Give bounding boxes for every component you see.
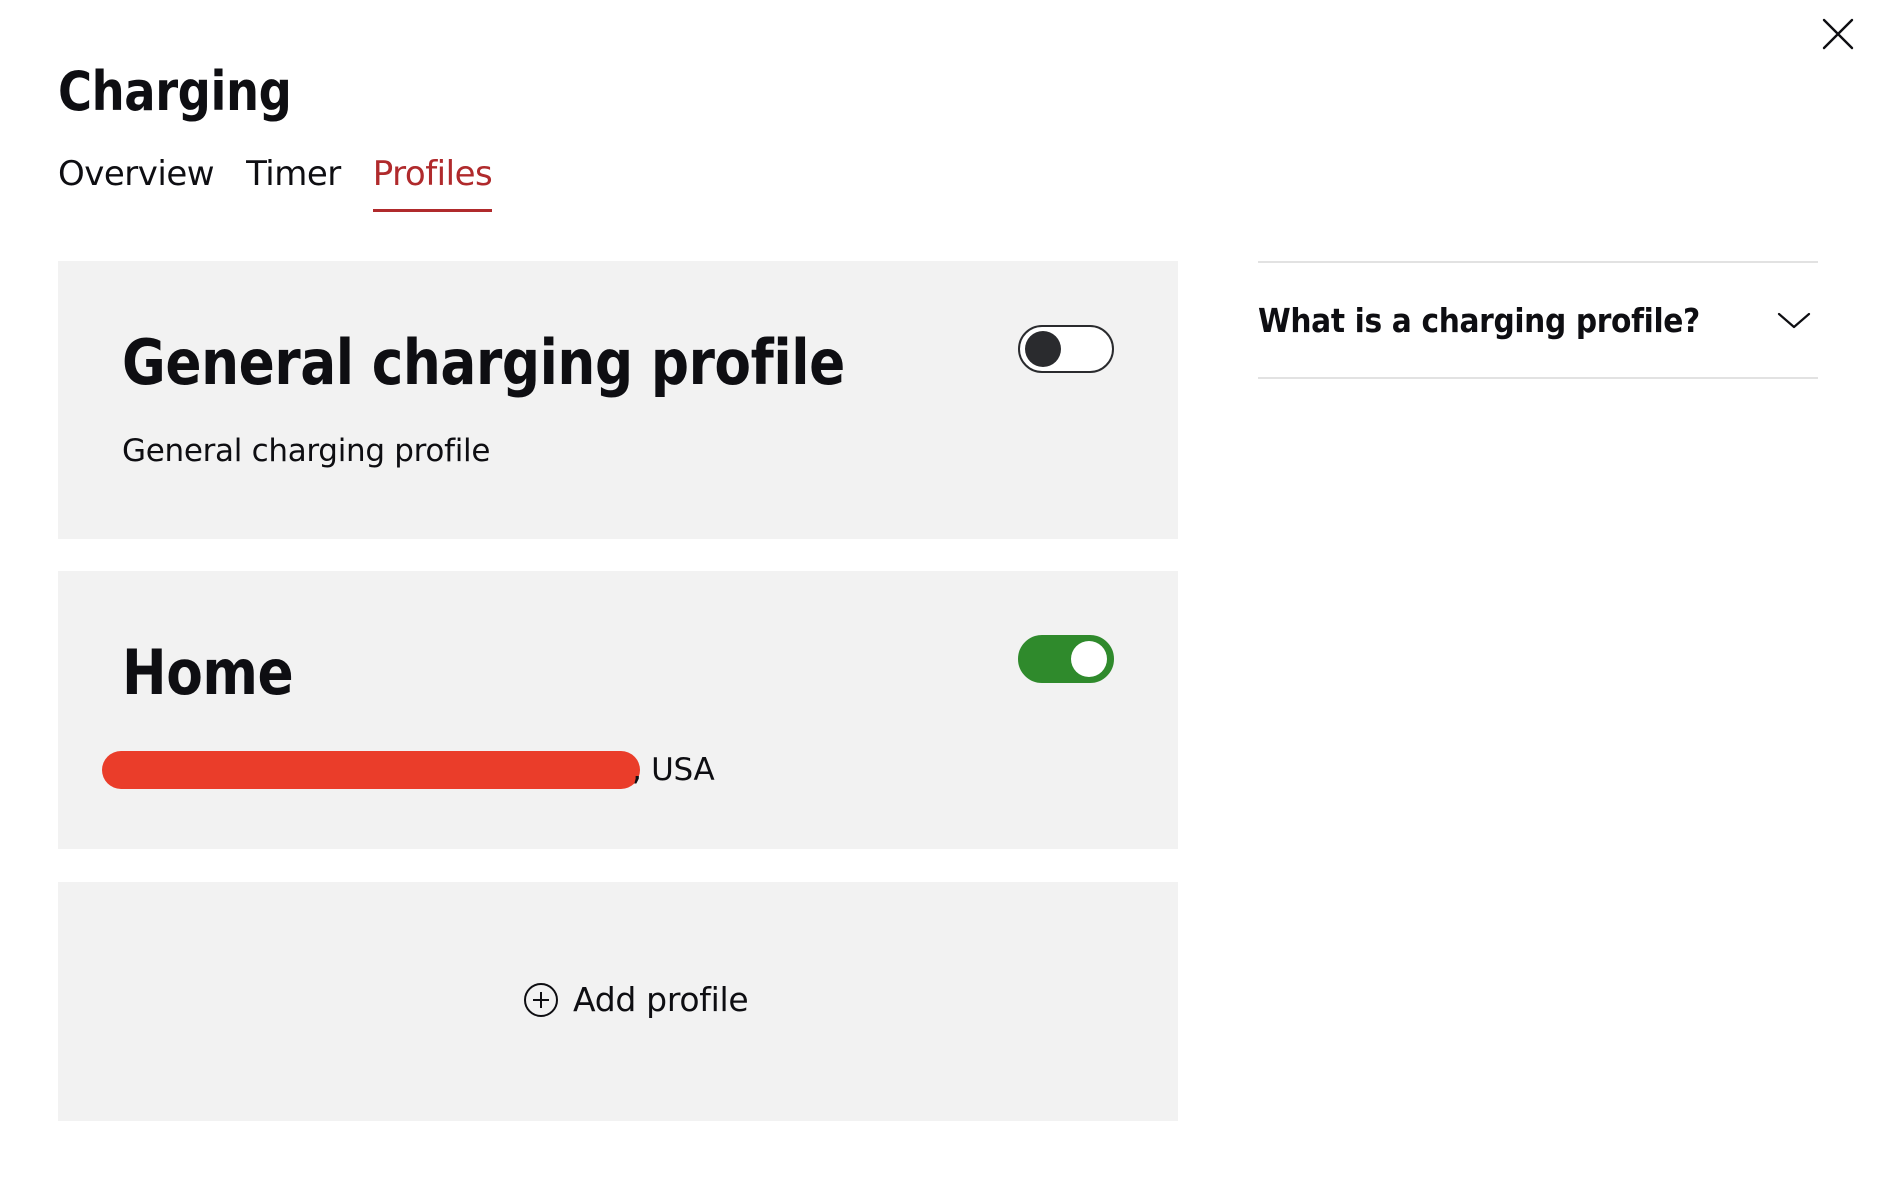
general-profile-toggle[interactable] <box>1018 325 1114 373</box>
close-icon <box>1818 14 1858 54</box>
redaction-mark <box>102 751 640 789</box>
tab-profiles[interactable]: Profiles <box>372 148 493 214</box>
general-charging-profile-card[interactable]: General charging profile General chargin… <box>58 261 1178 539</box>
close-button[interactable] <box>1818 14 1858 54</box>
add-profile-card: Add profile <box>58 882 1178 1121</box>
home-profile-toggle[interactable] <box>1018 635 1114 683</box>
home-profile-card[interactable]: Home , USA <box>58 571 1178 849</box>
add-profile-label: Add profile <box>573 980 749 1019</box>
tab-bar: Overview Timer Profiles <box>58 148 493 214</box>
toggle-knob <box>1071 641 1107 677</box>
profile-address: , USA <box>102 750 715 790</box>
profile-subtitle: General charging profile <box>122 433 491 469</box>
address-suffix: , USA <box>632 752 715 788</box>
toggle-knob <box>1025 331 1061 367</box>
faq-accordion[interactable]: What is a charging profile? <box>1258 261 1818 379</box>
page-title: Charging <box>58 60 292 123</box>
add-profile-button[interactable]: Add profile <box>523 978 749 1022</box>
plus-circle-icon <box>523 982 559 1018</box>
tab-timer[interactable]: Timer <box>246 148 341 214</box>
faq-question: What is a charging profile? <box>1258 301 1700 340</box>
profile-title: General charging profile <box>122 326 845 399</box>
tab-overview[interactable]: Overview <box>58 148 215 214</box>
profile-title: Home <box>122 636 294 709</box>
chevron-down-icon <box>1776 303 1812 339</box>
